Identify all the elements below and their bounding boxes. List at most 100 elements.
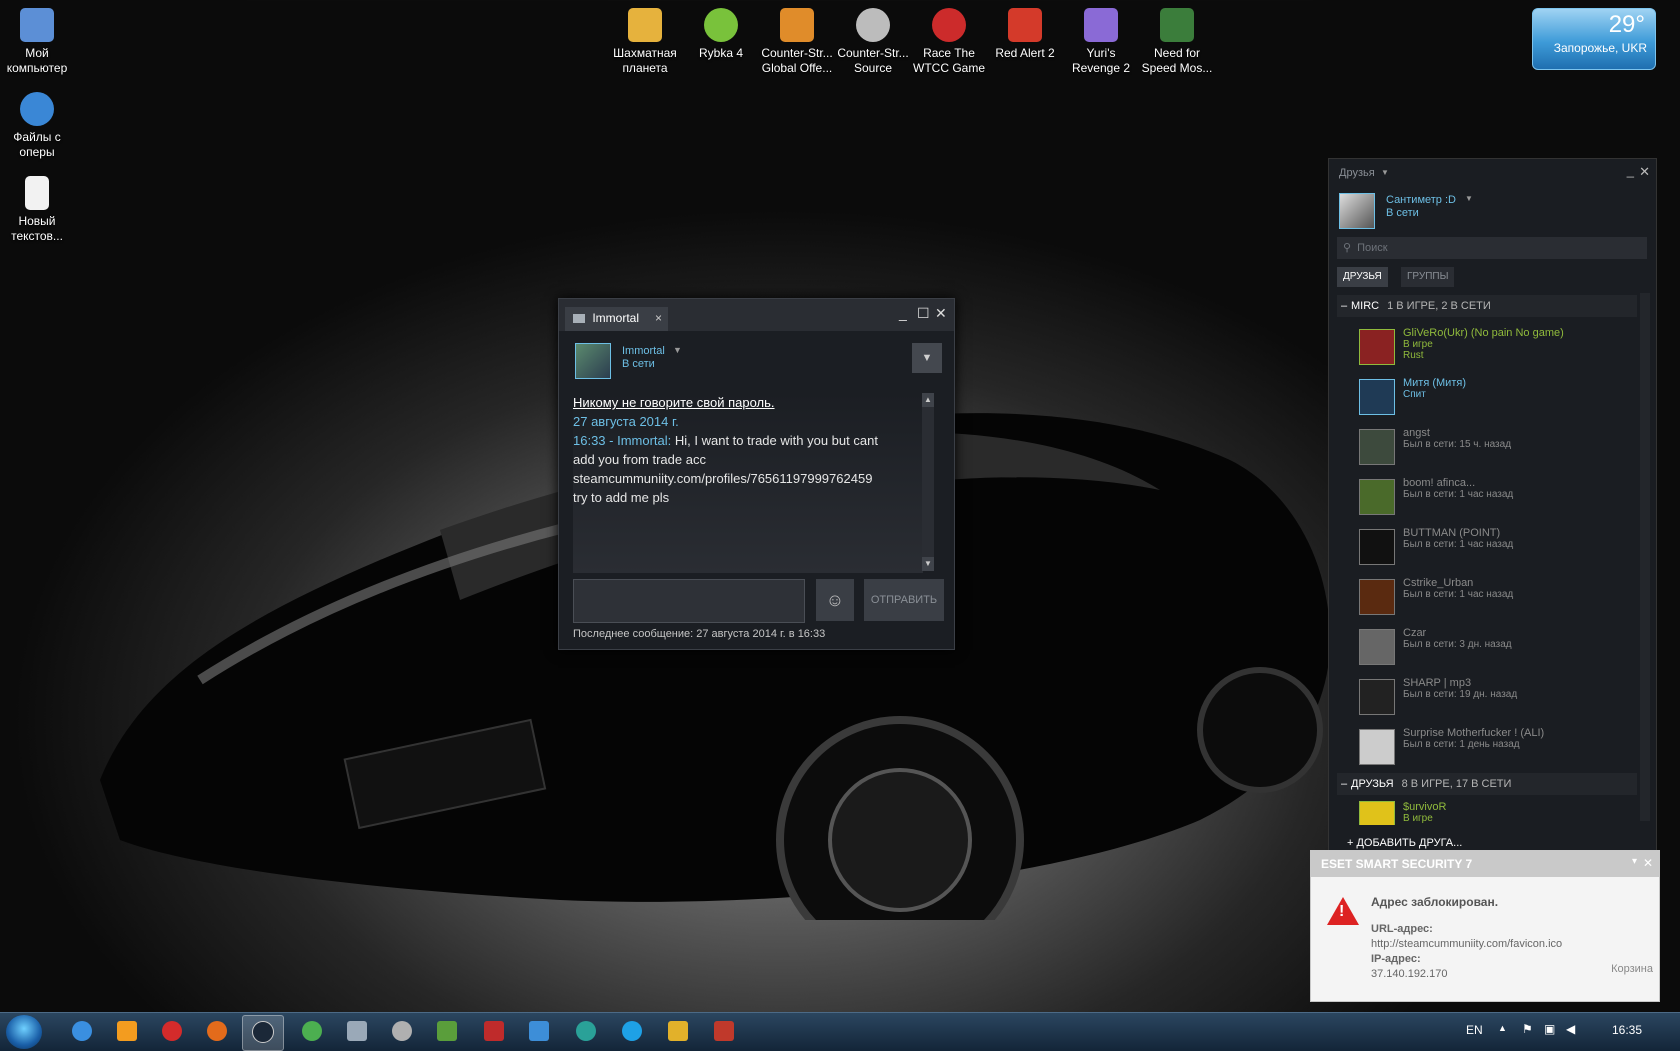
chat-bubble-icon bbox=[573, 314, 585, 324]
friend-item-status: Был в сети: 15 ч. назад bbox=[1403, 439, 1512, 450]
csgo-shortcut[interactable]: Counter-Str... Global Offe... bbox=[755, 4, 839, 76]
friend-name[interactable]: Immortal bbox=[622, 345, 665, 357]
clock[interactable]: 16:35 bbox=[1612, 1023, 1642, 1037]
shortcut-label: Counter-Str... bbox=[761, 46, 833, 60]
chat-message-input[interactable] bbox=[573, 579, 805, 623]
friend-item-status: Спит bbox=[1403, 389, 1426, 400]
nfs-shortcut[interactable]: Need for Speed Mos... bbox=[1135, 4, 1219, 76]
minimize-icon[interactable]: _ bbox=[1627, 163, 1634, 178]
steam-friends-window: Друзья ▼ _ ✕ Сантиметр :D ▼ В сети ⚲ Поис… bbox=[1328, 158, 1657, 852]
chevron-down-icon[interactable]: ▼ bbox=[1465, 194, 1473, 203]
friend-item-status: В игре bbox=[1403, 813, 1433, 824]
chevron-down-icon[interactable]: ▼ bbox=[1381, 168, 1389, 177]
my-name[interactable]: Сантиметр :D bbox=[1386, 194, 1456, 206]
friend-list-item[interactable]: Surprise Motherfucker ! (ALI) Был в сети… bbox=[1359, 725, 1639, 771]
firefox-icon[interactable] bbox=[207, 1021, 227, 1041]
friends-search-input[interactable]: ⚲ Поиск bbox=[1337, 237, 1647, 259]
network-icon[interactable]: ▣ bbox=[1544, 1022, 1555, 1036]
media-player-icon[interactable] bbox=[117, 1021, 137, 1041]
opera-icon[interactable] bbox=[162, 1021, 182, 1041]
red-alert-shortcut[interactable]: Red Alert 2 bbox=[983, 4, 1067, 61]
ie-taskbar-icon[interactable] bbox=[72, 1021, 92, 1041]
skype-icon[interactable] bbox=[622, 1021, 642, 1041]
scroll-up-icon[interactable]: ▲ bbox=[922, 393, 934, 407]
emoticon-button[interactable]: ☺ bbox=[816, 579, 854, 621]
blocked-ip: 37.140.192.170 bbox=[1371, 968, 1448, 980]
friend-list-item[interactable]: Czar Был в сети: 3 дн. назад bbox=[1359, 625, 1639, 671]
chat-titlebar[interactable]: Immortal × _ ☐ ✕ bbox=[559, 299, 954, 331]
chrome-icon[interactable] bbox=[302, 1021, 322, 1041]
ip-label: IP-адрес: bbox=[1371, 953, 1421, 965]
opera-files-shortcut[interactable]: Файлы с оперы bbox=[0, 88, 79, 160]
filezilla-icon[interactable] bbox=[484, 1021, 504, 1041]
fish-icon bbox=[704, 8, 738, 42]
steam-taskbar-icon[interactable] bbox=[252, 1021, 274, 1043]
close-tab-icon[interactable]: × bbox=[655, 307, 662, 329]
shortcut-label: Yuri's bbox=[1086, 46, 1116, 60]
weather-temperature: 29° bbox=[1608, 11, 1645, 38]
shortcut-label: Global Offe... bbox=[761, 61, 833, 75]
friend-list-item[interactable]: SHARP | mp3 Был в сети: 19 дн. назад bbox=[1359, 675, 1639, 721]
nfs-icon bbox=[1160, 8, 1194, 42]
friend-item-name: BUTTMAN (POINT) bbox=[1403, 527, 1501, 539]
new-text-file-shortcut[interactable]: Новый текстов... bbox=[0, 172, 79, 244]
chat-tab[interactable]: Immortal × bbox=[565, 307, 668, 331]
action-center-icon[interactable]: ⚑ bbox=[1522, 1022, 1533, 1036]
friend-item-status: Был в сети: 1 час назад bbox=[1403, 489, 1514, 500]
chat-scrollbar[interactable]: ▲ ▼ bbox=[922, 393, 934, 571]
app-icon-13[interactable] bbox=[668, 1021, 688, 1041]
collapse-icon: – bbox=[1341, 300, 1348, 312]
chess-shortcut[interactable]: Шахматная планета bbox=[603, 4, 687, 76]
friend-list-item[interactable]: boom! afinca... Был в сети: 1 час назад bbox=[1359, 475, 1639, 521]
app-icon-14[interactable] bbox=[714, 1021, 734, 1041]
friend-list-item[interactable]: Cstrike_Urban Был в сети: 1 час назад bbox=[1359, 575, 1639, 621]
friend-list-item[interactable]: Митя (Митя) Спит bbox=[1359, 375, 1639, 421]
recycle-bin-label[interactable]: Корзина bbox=[1611, 963, 1653, 975]
chevron-down-icon[interactable]: ▾ bbox=[1632, 856, 1637, 867]
app-icon-10[interactable] bbox=[529, 1021, 549, 1041]
friend-list-item[interactable]: angst Был в сети: 15 ч. назад bbox=[1359, 425, 1639, 471]
eset-icon[interactable] bbox=[576, 1021, 596, 1041]
app-icon-7[interactable] bbox=[392, 1021, 412, 1041]
scroll-down-icon[interactable]: ▼ bbox=[922, 557, 934, 571]
tab-groups[interactable]: ГРУППЫ bbox=[1401, 267, 1455, 287]
group-title: MIRC bbox=[1351, 300, 1380, 312]
close-icon[interactable]: ✕ bbox=[935, 305, 947, 322]
friend-list-item[interactable]: GliVeRo(Ukr) (No pain No game) В игре Ru… bbox=[1359, 325, 1639, 371]
my-computer-shortcut[interactable]: Мой компьютер bbox=[0, 4, 79, 76]
yuri-shortcut[interactable]: Yuri's Revenge 2 bbox=[1059, 4, 1143, 76]
app-icon-6[interactable] bbox=[347, 1021, 367, 1041]
chat-options-dropdown[interactable]: ▼ bbox=[912, 343, 942, 373]
my-avatar[interactable] bbox=[1339, 193, 1375, 229]
language-indicator[interactable]: EN bbox=[1466, 1023, 1483, 1037]
friends-title[interactable]: Друзья bbox=[1339, 167, 1375, 179]
group-header-mirc[interactable]: – MIRC 1 В ИГРЕ, 2 В СЕТИ bbox=[1337, 295, 1637, 317]
minimize-icon[interactable]: _ bbox=[899, 305, 907, 321]
group-header-friends[interactable]: – ДРУЗЬЯ 8 В ИГРЕ, 17 В СЕТИ bbox=[1337, 773, 1637, 795]
friends-scrollbar[interactable] bbox=[1640, 293, 1650, 821]
volume-icon[interactable]: ◀ bbox=[1566, 1022, 1575, 1036]
friend-item-status: Был в сети: 1 час назад bbox=[1403, 539, 1514, 550]
maximize-icon[interactable]: ☐ bbox=[917, 305, 930, 322]
taskbar: EN ▲ ⚑ ▣ ◀ 16:35 bbox=[0, 1012, 1680, 1051]
shortcut-label: Speed Mos... bbox=[1141, 61, 1213, 75]
start-button[interactable] bbox=[6, 1015, 42, 1049]
close-icon[interactable]: ✕ bbox=[1639, 164, 1650, 180]
friend-list-item[interactable]: BUTTMAN (POINT) Был в сети: 1 час назад bbox=[1359, 525, 1639, 571]
add-friend-button[interactable]: + ДОБАВИТЬ ДРУГА... bbox=[1347, 837, 1462, 849]
tray-expand-icon[interactable]: ▲ bbox=[1498, 1023, 1507, 1033]
css-shortcut[interactable]: Counter-Str... Source bbox=[831, 4, 915, 76]
chevron-down-icon[interactable]: ▼ bbox=[673, 345, 682, 355]
send-button[interactable]: ОТПРАВИТЬ bbox=[864, 579, 944, 621]
close-icon[interactable]: ✕ bbox=[1643, 856, 1653, 870]
shortcut-label: Шахматная bbox=[613, 46, 677, 60]
tab-friends[interactable]: ДРУЗЬЯ bbox=[1337, 267, 1388, 287]
app-icon-8[interactable] bbox=[437, 1021, 457, 1041]
friend-list-item[interactable]: $urvivoR В игре bbox=[1359, 799, 1639, 825]
friend-avatar[interactable] bbox=[575, 343, 611, 379]
weather-gadget[interactable]: 29° Запорожье, UKR bbox=[1532, 8, 1656, 70]
steam-chat-window: Immortal × _ ☐ ✕ Immortal ▼ В сети ▼ Ник… bbox=[558, 298, 955, 650]
race-shortcut[interactable]: Race The WTCC Game bbox=[907, 4, 991, 76]
rybka-shortcut[interactable]: Rybka 4 bbox=[679, 4, 763, 61]
friend-item-status: Был в сети: 3 дн. назад bbox=[1403, 639, 1512, 650]
